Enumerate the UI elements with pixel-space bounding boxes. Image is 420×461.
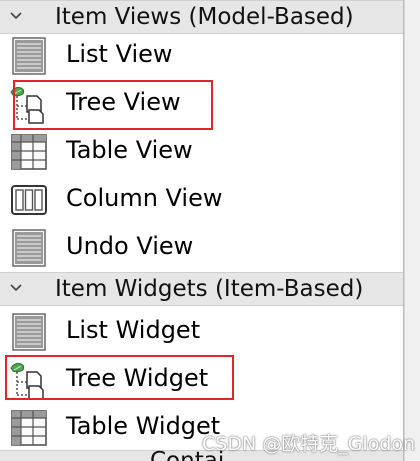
undo-view-icon — [9, 228, 49, 268]
highlight-box-tree-view — [13, 80, 213, 130]
category-item-widgets[interactable]: Item Widgets (Item-Based) — [0, 272, 403, 306]
column-view-item[interactable]: Column View — [0, 174, 403, 222]
undo-view-item[interactable]: Undo View — [0, 222, 403, 270]
table-widget-label: Table Widget — [66, 412, 221, 440]
scrollbar[interactable] — [404, 0, 420, 461]
table-view-label: Table View — [66, 136, 193, 164]
list-view-label: List View — [66, 40, 173, 68]
list-widget-icon — [9, 312, 49, 352]
category-label: Item Views (Model-Based) — [55, 4, 354, 30]
category-item-views[interactable]: Item Views (Model-Based) — [0, 0, 403, 34]
table-view-item[interactable]: Table View — [0, 126, 403, 174]
list-view-item[interactable]: List View — [0, 30, 403, 78]
category-label: Item Widgets (Item-Based) — [55, 276, 364, 302]
chevron-down-icon[interactable] — [7, 279, 25, 297]
list-view-icon — [9, 36, 49, 76]
column-view-label: Column View — [66, 184, 223, 212]
chevron-down-icon[interactable] — [7, 7, 25, 25]
table-view-icon — [9, 132, 49, 172]
list-widget-item[interactable]: List Widget — [0, 306, 403, 354]
table-widget-icon — [9, 408, 49, 448]
list-widget-label: List Widget — [66, 316, 201, 344]
undo-view-label: Undo View — [66, 232, 194, 260]
highlight-box-tree-widget — [5, 355, 234, 400]
watermark: CSDN @欧特克_Glodon — [202, 433, 416, 455]
column-view-icon — [9, 180, 49, 220]
